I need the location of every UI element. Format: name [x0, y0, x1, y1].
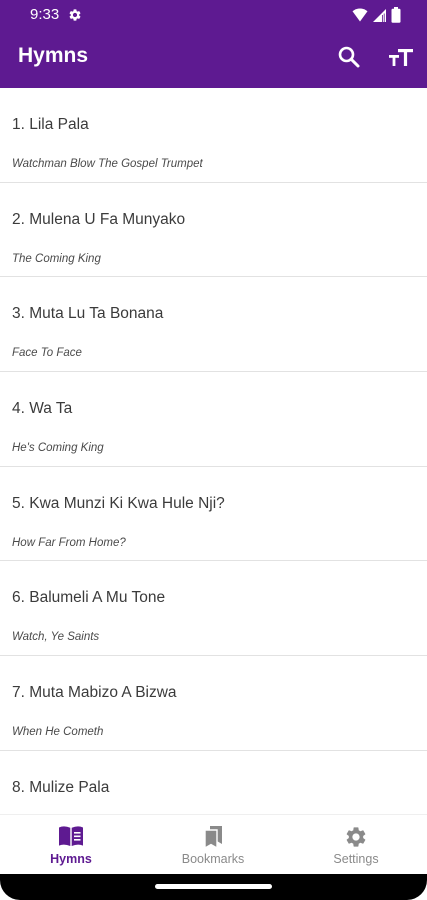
wifi-icon — [352, 8, 368, 22]
status-bar: 9:33 — [0, 0, 427, 30]
hymn-subtitle: How Far From Home? — [12, 536, 126, 549]
hymn-title: 4. Wa Ta — [12, 400, 73, 418]
hymn-list-item[interactable]: 6. Balumeli A Mu Tone Watch, Ye Saints — [0, 561, 427, 657]
nav-label-settings: Settings — [333, 852, 379, 866]
hymn-list-item[interactable]: 2. Mulena U Fa Munyako The Coming King — [0, 183, 427, 278]
hymn-subtitle: He's Coming King — [12, 442, 104, 455]
hymn-title: 8. Mulize Pala — [12, 778, 110, 796]
hymn-list: 1. Lila Pala Watchman Blow The Gospel Tr… — [0, 88, 427, 814]
hymn-list-item[interactable]: 7. Muta Mabizo A Bizwa When He Cometh — [0, 656, 427, 751]
battery-icon — [391, 7, 401, 23]
hymn-subtitle: Face To Face — [12, 347, 82, 360]
book-open-icon — [59, 826, 83, 846]
hymn-title: 3. Muta Lu Ta Bonana — [12, 305, 164, 323]
nav-item-settings[interactable]: Settings — [285, 815, 427, 875]
system-gesture-bar — [0, 874, 427, 900]
hymn-title: 5. Kwa Munzi Ki Kwa Hule Nji? — [12, 494, 225, 512]
hymn-list-item[interactable]: 8. Mulize Pala — [0, 751, 427, 814]
bookmarks-icon — [204, 826, 222, 849]
hymn-title: 2. Mulena U Fa Munyako — [12, 210, 186, 228]
status-indicators — [352, 7, 401, 23]
hymn-list-item[interactable]: 1. Lila Pala Watchman Blow The Gospel Tr… — [0, 88, 427, 183]
hymn-subtitle: When He Cometh — [12, 726, 104, 739]
hymn-title: 1. Lila Pala — [12, 116, 89, 133]
page-title: Hymns — [18, 44, 89, 67]
hymn-list-item[interactable]: 4. Wa Ta He's Coming King — [0, 372, 427, 467]
home-gesture-handle[interactable] — [155, 884, 272, 889]
text-size-icon[interactable] — [387, 45, 415, 71]
hymn-subtitle: Watch, Ye Saints — [12, 631, 100, 644]
hymn-subtitle: Watchman Blow The Gospel Trumpet — [12, 158, 203, 170]
bottom-navigation: Hymns Bookmarks Settings — [0, 814, 427, 875]
hymn-subtitle: The Coming King — [12, 252, 101, 265]
gear-icon — [346, 827, 366, 847]
nav-item-bookmarks[interactable]: Bookmarks — [142, 815, 284, 875]
hymn-list-item[interactable]: 3. Muta Lu Ta Bonana Face To Face — [0, 277, 427, 373]
app-screen: 9:33 Hymns 1. Lila Pala Watchman Blow Th… — [0, 0, 427, 900]
top-app-area: 9:33 Hymns — [0, 0, 427, 88]
nav-label-hymns: Hymns — [50, 852, 92, 866]
hymn-list-item[interactable]: 5. Kwa Munzi Ki Kwa Hule Nji? How Far Fr… — [0, 467, 427, 562]
hymn-title: 7. Muta Mabizo A Bizwa — [12, 684, 177, 702]
nav-item-hymns[interactable]: Hymns — [0, 815, 142, 875]
search-icon[interactable] — [336, 44, 362, 70]
app-bar: Hymns — [0, 30, 427, 88]
signal-icon — [373, 8, 386, 22]
hymn-title: 6. Balumeli A Mu Tone — [12, 589, 166, 607]
status-time: 9:33 — [30, 6, 60, 23]
settings-icon — [69, 9, 81, 21]
nav-label-bookmarks: Bookmarks — [181, 852, 245, 866]
